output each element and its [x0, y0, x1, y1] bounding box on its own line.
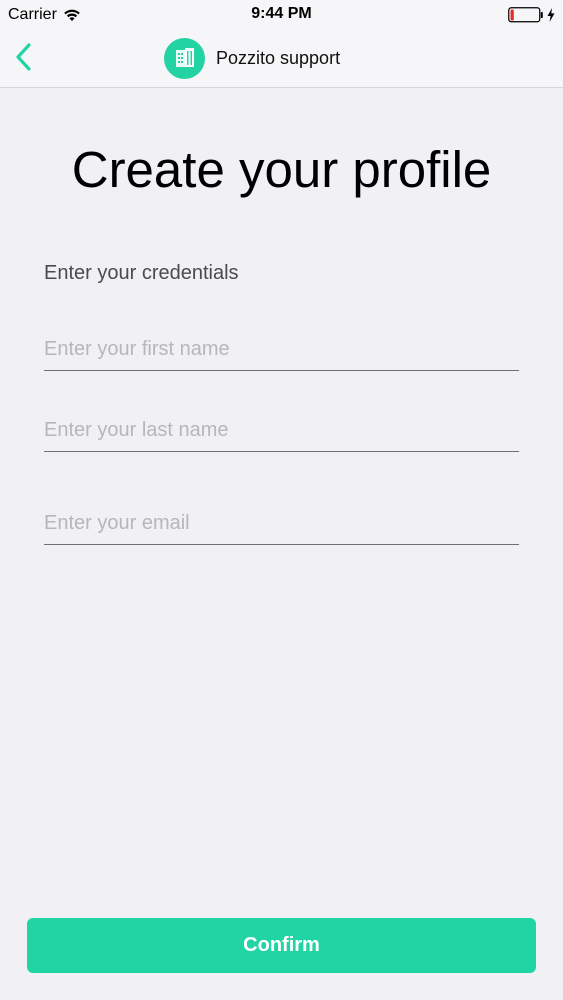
chat-header: Pozzito support: [164, 37, 341, 79]
first-name-field[interactable]: [44, 337, 519, 371]
chevron-left-icon: [16, 43, 31, 71]
status-bar: Carrier 9:44 PM: [0, 0, 563, 30]
last-name-field[interactable]: [44, 418, 519, 452]
status-time: 9:44 PM: [251, 5, 312, 22]
back-button[interactable]: [10, 40, 40, 74]
credentials-label: Enter your credentials: [44, 262, 239, 284]
email-field[interactable]: [44, 510, 519, 545]
confirm-button[interactable]: Confirm: [27, 918, 536, 973]
battery-icon: [508, 7, 544, 28]
charging-bolt-icon: [544, 8, 555, 27]
navigation-bar: Pozzito support: [0, 30, 563, 88]
building-icon: [175, 48, 194, 67]
nav-title: Pozzito support: [216, 47, 341, 68]
page-title: Create your profile: [71, 141, 492, 198]
battery-indicator: [508, 7, 555, 28]
avatar: [164, 37, 205, 79]
